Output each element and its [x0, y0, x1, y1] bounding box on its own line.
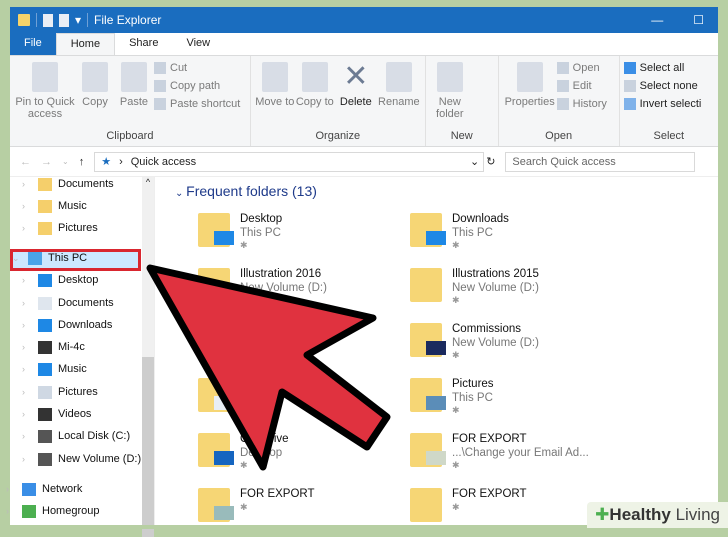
healthy-living-logo: ✚Healthy Living [587, 502, 728, 528]
red-arrow-pointer [146, 264, 391, 471]
